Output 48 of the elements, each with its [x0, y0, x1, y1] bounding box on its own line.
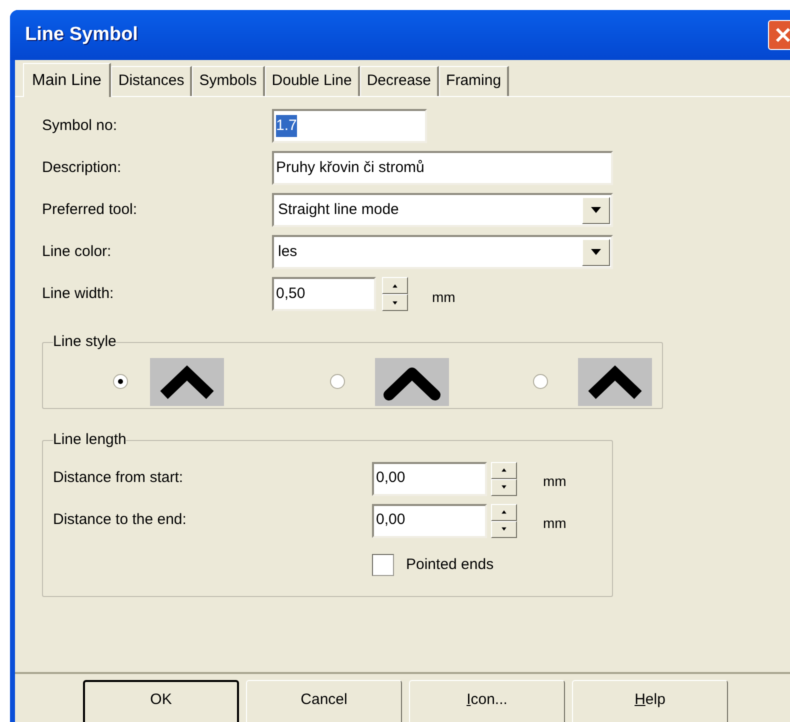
- radio-button[interactable]: [330, 374, 345, 389]
- tab[interactable]: Double Line: [264, 66, 360, 96]
- tab[interactable]: Decrease: [360, 66, 440, 96]
- up-arrow-icon: [500, 508, 508, 516]
- input-field[interactable]: 1.7: [272, 109, 427, 143]
- field-label: Symbol no:: [41, 116, 118, 136]
- down-arrow-icon: [500, 525, 508, 533]
- dialog-button[interactable]: Help: [572, 680, 728, 722]
- dropdown[interactable]: les: [272, 235, 613, 269]
- dialog-button[interactable]: Icon...: [409, 680, 565, 722]
- tab[interactable]: Distances: [111, 66, 192, 96]
- down-arrow-icon: [500, 483, 508, 491]
- dialog-button[interactable]: OK: [83, 680, 239, 722]
- dropdown[interactable]: Straight line mode: [272, 193, 613, 227]
- field-label: Distance from start:: [53, 468, 184, 488]
- field-label: Distance to the end:: [53, 510, 188, 530]
- up-arrow-icon: [391, 282, 399, 290]
- spin-button[interactable]: [491, 462, 517, 496]
- tab[interactable]: Main Line: [23, 63, 112, 97]
- close-button[interactable]: [768, 20, 790, 50]
- window-title: Line Symbol: [24, 22, 138, 47]
- unit-label: mm: [432, 288, 456, 306]
- group-label: Line length: [53, 430, 126, 450]
- field-label: Preferred tool:: [41, 200, 138, 220]
- dialog-button[interactable]: Cancel: [246, 680, 402, 722]
- close-icon: [774, 26, 790, 44]
- radio-button[interactable]: [113, 374, 128, 389]
- field-label: Line width:: [41, 284, 115, 304]
- down-arrow-icon: [391, 298, 399, 306]
- tab[interactable]: Symbols: [192, 66, 265, 96]
- spin-button[interactable]: [491, 504, 517, 538]
- input-field[interactable]: Pruhy křovin či stromů: [272, 151, 613, 185]
- unit-label: mm: [543, 514, 566, 533]
- group-label: Line style: [53, 332, 116, 352]
- field-label: Description:: [41, 158, 122, 178]
- spin-button[interactable]: [382, 277, 408, 311]
- up-arrow-icon: [500, 466, 508, 474]
- input-field[interactable]: 0,00: [372, 462, 487, 496]
- caret-icon: [590, 248, 602, 256]
- unit-label: mm: [543, 472, 566, 491]
- checkbox[interactable]: [372, 554, 394, 576]
- radio-button[interactable]: [533, 374, 548, 389]
- input-field[interactable]: 0,00: [372, 504, 487, 538]
- checkbox-label: Pointed ends: [406, 554, 494, 574]
- tab[interactable]: Framing: [439, 66, 510, 96]
- caret-icon: [590, 206, 602, 214]
- input-field[interactable]: 0,50: [272, 277, 376, 311]
- field-label: Line color:: [41, 242, 112, 262]
